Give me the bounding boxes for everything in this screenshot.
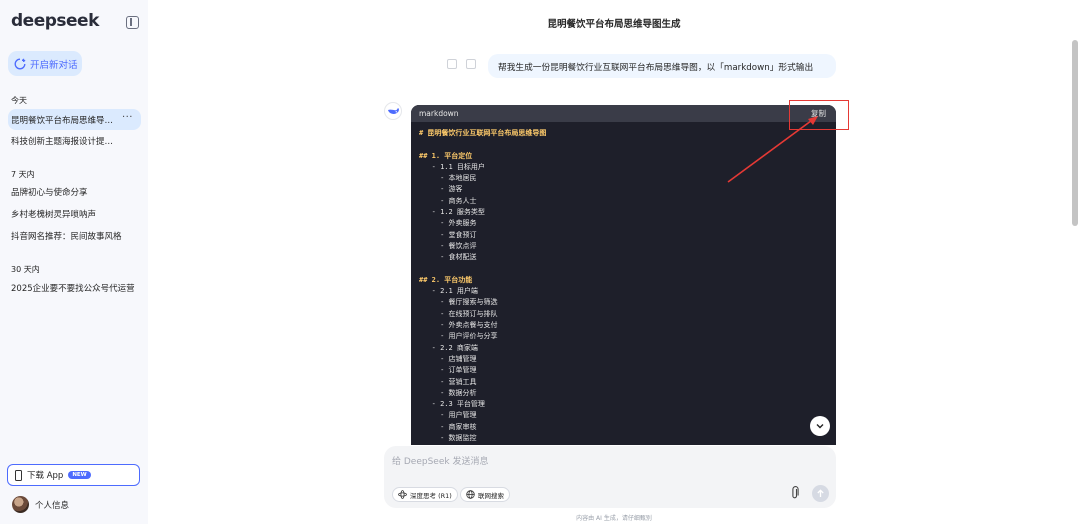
code-language-label: markdown xyxy=(419,109,459,118)
download-app-label: 下载 App xyxy=(27,471,64,481)
deep-think-label: 深度思考 (R1) xyxy=(410,491,452,500)
code-line: - 订单管理 xyxy=(419,366,477,375)
history-section-30days: 30 天内 xyxy=(11,265,40,274)
code-line: - 堂食预订 xyxy=(419,230,477,239)
globe-icon xyxy=(466,490,475,499)
code-line: - 1.2 服务类型 xyxy=(419,208,485,217)
code-line: - 商家审核 xyxy=(419,422,477,431)
code-line: - 本地居民 xyxy=(419,174,477,183)
ai-disclaimer: 内容由 AI 生成，请仔细甄别 xyxy=(576,515,652,522)
page-title: 昆明餐饮平台布局思维导图生成 xyxy=(547,19,681,30)
code-line: - 游客 xyxy=(419,185,463,194)
history-item-active[interactable]: 昆明餐饮平台布局思维导图生成 ··· xyxy=(8,109,141,130)
history-item-label: 品牌初心与使命分享 xyxy=(11,187,88,198)
history-section-7days: 7 天内 xyxy=(11,170,35,179)
whale-icon xyxy=(387,108,399,114)
chat-input-container: 给 DeepSeek 发送消息 深度思考 (R1) 联网搜索 xyxy=(384,446,836,508)
code-line: - 外卖点餐与支付 xyxy=(419,321,498,330)
arrow-up-icon xyxy=(817,489,824,497)
profile-button[interactable]: 个人信息 xyxy=(12,496,69,513)
deepseek-logo[interactable]: deepseek xyxy=(11,11,99,31)
scroll-to-bottom-button[interactable] xyxy=(810,416,830,436)
web-search-label: 联网搜索 xyxy=(478,491,504,500)
code-line: ## 2. 平台功能 xyxy=(419,275,473,284)
code-line: - 食材配送 xyxy=(419,253,477,262)
code-line: - 用户评价与分享 xyxy=(419,332,498,341)
assistant-avatar xyxy=(384,102,402,120)
code-block: markdown 复制 # 昆明餐饮行业互联网平台布局思维导图 ## 1. 平台… xyxy=(411,105,836,445)
code-line: - 外卖服务 xyxy=(419,219,477,228)
code-line: - 1.1 目标用户 xyxy=(419,162,485,171)
chevron-down-icon xyxy=(816,424,824,429)
user-message: 帮我生成一份昆明餐饮行业互联网平台布局思维导图，以「markdown」形式输出 xyxy=(488,54,836,78)
new-chat-button[interactable]: 开启新对话 xyxy=(8,51,82,76)
code-line: - 店铺管理 xyxy=(419,354,477,363)
history-item-label: 2025企业要不要找公众号代运营 xyxy=(11,283,135,294)
annotation-highlight-box xyxy=(789,100,849,130)
atom-icon xyxy=(398,490,407,499)
new-chat-icon xyxy=(14,58,26,69)
code-line: # 昆明餐饮行业互联网平台布局思维导图 xyxy=(419,129,547,137)
scrollbar[interactable] xyxy=(1072,40,1078,226)
history-item-label: 抖音网名推荐：民间故事风格 xyxy=(11,231,122,242)
code-line: - 用户管理 xyxy=(419,411,477,420)
collapse-sidebar-icon[interactable] xyxy=(126,16,139,29)
code-line: - 数据分析 xyxy=(419,388,477,397)
code-line: - 商务人士 xyxy=(419,196,477,205)
code-block-header: markdown 复制 xyxy=(411,105,836,122)
web-search-toggle[interactable]: 联网搜索 xyxy=(460,487,510,502)
profile-label: 个人信息 xyxy=(35,500,70,511)
history-section-today: 今天 xyxy=(11,96,27,105)
avatar xyxy=(12,496,29,513)
message-actions xyxy=(447,59,476,69)
history-item-label: 昆明餐饮平台布局思维导图生成 xyxy=(11,115,115,126)
more-options-icon[interactable]: ··· xyxy=(122,112,133,123)
copy-icon[interactable] xyxy=(447,59,457,69)
code-line: - 2.1 用户端 xyxy=(419,287,478,296)
code-content: # 昆明餐饮行业互联网平台布局思维导图 ## 1. 平台定位 - 1.1 目标用… xyxy=(411,122,836,445)
app-root: deepseek 开启新对话 今天 昆明餐饮平台布局思维导图生成 ··· 科技创… xyxy=(0,0,1080,524)
code-line: ## 1. 平台定位 xyxy=(419,151,473,160)
chat-input[interactable]: 给 DeepSeek 发送消息 xyxy=(392,454,488,467)
deep-think-toggle[interactable]: 深度思考 (R1) xyxy=(392,487,458,502)
send-button[interactable] xyxy=(812,485,829,502)
edit-icon[interactable] xyxy=(466,59,476,69)
history-item-label: 乡村老槐树灵异唢呐声 xyxy=(11,209,97,220)
code-line: - 在线预订与排队 xyxy=(419,309,498,318)
attachment-icon[interactable] xyxy=(790,486,800,500)
code-line: - 2.2 商家端 xyxy=(419,343,478,352)
code-line: - 2.3 平台管理 xyxy=(419,400,485,409)
history-item[interactable]: 品牌初心与使命分享 xyxy=(8,181,141,202)
history-item[interactable]: 科技创新主题海报设计提示词 xyxy=(8,130,141,151)
history-item[interactable]: 乡村老槐树灵异唢呐声 xyxy=(8,203,141,224)
new-badge: NEW xyxy=(68,471,91,479)
history-item[interactable]: 2025企业要不要找公众号代运营 xyxy=(8,277,141,298)
history-item-label: 科技创新主题海报设计提示词 xyxy=(11,136,115,147)
code-line: - 餐厅搜索与筛选 xyxy=(419,298,498,307)
new-chat-label: 开启新对话 xyxy=(30,59,78,71)
phone-icon xyxy=(15,469,22,481)
sidebar: deepseek 开启新对话 今天 昆明餐饮平台布局思维导图生成 ··· 科技创… xyxy=(0,0,148,524)
code-line: - 数据监控 xyxy=(419,434,477,443)
code-line: - 营销工具 xyxy=(419,377,477,386)
code-line: - 餐饮点评 xyxy=(419,241,477,250)
download-app-button[interactable]: 下载 App NEW xyxy=(7,464,140,486)
history-item[interactable]: 抖音网名推荐：民间故事风格 xyxy=(8,225,141,246)
